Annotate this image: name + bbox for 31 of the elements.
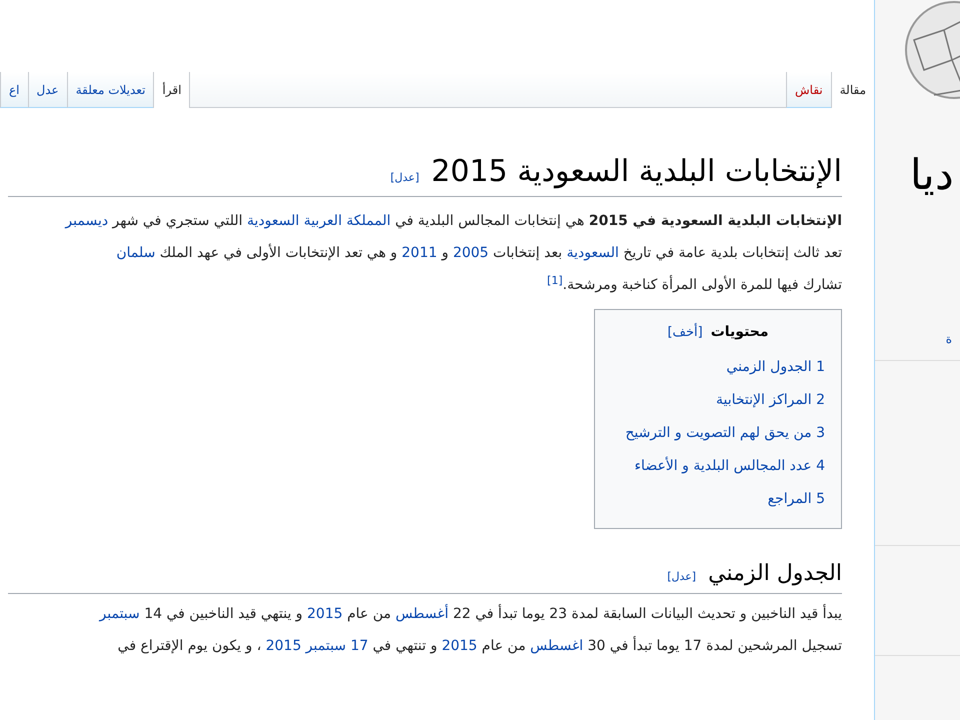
page-tab[interactable]: اع [0,72,28,108]
article-link[interactable]: سبتمبر [100,606,140,622]
article-link[interactable]: السعودية [566,245,619,261]
reference-link[interactable]: [1] [547,274,563,287]
toc-entry[interactable]: 2 المراكز الإنتخابية [611,384,825,417]
toc-toggle-link[interactable]: [أخف] [667,323,703,342]
section-heading: الجدول الزمني [708,560,842,588]
article-link[interactable]: 17 سبتمبر 2015 [266,638,368,654]
article-link[interactable]: أغسطس [395,606,448,622]
page-tab[interactable]: عدل [28,72,67,108]
toc-entry[interactable]: 1 الجدول الزمني [611,351,825,384]
article-link[interactable]: ديسمبر [65,213,108,229]
article-link[interactable]: اغسطس [530,638,584,654]
logo-wordmark: ديا [909,150,955,200]
article-link[interactable]: 2011 [402,245,438,261]
page-tab[interactable]: نقاش [786,72,831,108]
page-title: الإنتخابات البلدية السعودية 2015 [431,153,842,191]
page-tab[interactable]: تعديلات معلقة [66,72,154,108]
toc-title: محتويات [710,323,769,342]
toc-entry[interactable]: 4 عدد المجالس البلدية و الأعضاء [611,450,825,483]
toc-entry[interactable]: 5 المراجع [611,483,825,516]
edit-link[interactable]: [عدل] [390,170,420,186]
paragraph-text: الإنتخابات البلدية السعودية في 2015 هي إنتخابات المجالس البلدية في المملكة العربية السعودية اللتي ستجري في شهر ديسمبر [64,212,842,231]
article-link[interactable]: المملكة العربية السعودية [246,213,391,229]
edit-link[interactable]: [عدل] [667,569,696,586]
sidebar-link[interactable]: ة [875,330,960,361]
article-link[interactable]: 2015 [442,638,478,654]
toc-entry[interactable]: 3 من يحق لهم التصويت و الترشيح [611,417,825,450]
article-link[interactable]: 2005 [452,245,489,261]
article-link[interactable]: 2015 [307,606,343,622]
article-link[interactable]: سلمان [116,245,156,261]
